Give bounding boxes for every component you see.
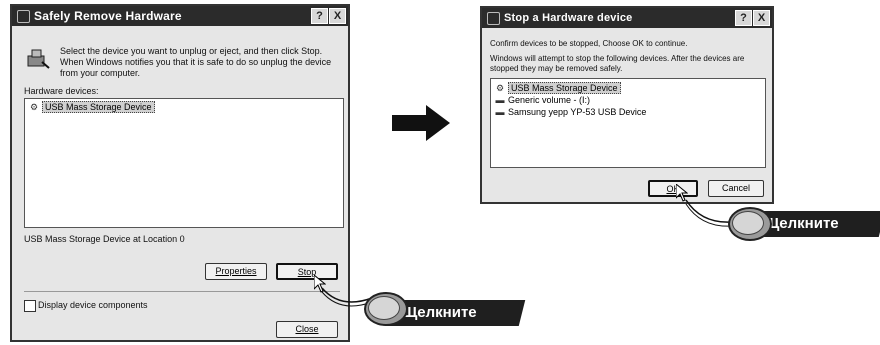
devices-to-stop-list[interactable]: ⚙ USB Mass Storage Device ▬ Generic volume…: [490, 78, 766, 168]
help-button[interactable]: ?: [735, 10, 752, 26]
help-button[interactable]: ?: [311, 8, 328, 24]
dialog-title: Stop a Hardware device: [504, 12, 633, 24]
close-window-button[interactable]: X: [329, 8, 346, 24]
dialog-title: Safely Remove Hardware: [34, 9, 182, 23]
close-button[interactable]: Close: [276, 321, 338, 338]
hardware-icon: [487, 12, 500, 25]
list-item[interactable]: ⚙ USB Mass Storage Device: [29, 101, 155, 113]
arrow-right-icon: [392, 105, 450, 141]
close-window-button[interactable]: X: [753, 10, 770, 26]
display-components-label[interactable]: Display device components: [38, 300, 148, 311]
display-components-checkbox[interactable]: [24, 300, 36, 312]
properties-button[interactable]: Properties: [205, 263, 267, 280]
list-item[interactable]: ⚙ USB Mass Storage Device: [495, 82, 621, 94]
device-location-text: USB Mass Storage Device at Location 0: [24, 234, 185, 244]
click-bubble-inner-icon: [368, 296, 400, 320]
stop-hardware-device-dialog: Stop a Hardware device ? X Confirm devic…: [480, 6, 774, 204]
stop-button[interactable]: Stop: [276, 263, 338, 280]
list-item[interactable]: ▬ Generic volume - (I:): [495, 95, 591, 106]
confirm-text: Confirm devices to be stopped, Choose OK…: [490, 39, 688, 48]
usb-device-icon: ⚙: [495, 83, 505, 93]
stop-info-text: Windows will attempt to stop the followi…: [490, 54, 745, 73]
usb-device-icon: ⚙: [29, 102, 39, 112]
instruction-text: Select the device you want to unplug or …: [60, 46, 332, 78]
click-callout-left: Щелкните: [364, 288, 526, 328]
title-bar[interactable]: Safely Remove Hardware ? X: [12, 6, 348, 26]
safely-remove-hardware-icon: [27, 49, 50, 69]
click-bubble-inner-icon: [732, 211, 764, 235]
click-callout-right: Щелкните: [728, 205, 880, 245]
ok-button[interactable]: OK: [648, 180, 698, 197]
drive-icon: ▬: [495, 107, 505, 117]
hardware-devices-label: Hardware devices:: [24, 86, 99, 96]
safely-remove-hardware-dialog: Safely Remove Hardware ? X Select the de…: [10, 4, 350, 342]
hardware-icon: [17, 10, 30, 23]
list-item[interactable]: ▬ Samsung yepp YP-53 USB Device: [495, 107, 647, 118]
drive-icon: ▬: [495, 95, 505, 105]
divider: [24, 291, 340, 292]
cancel-button[interactable]: Cancel: [708, 180, 764, 197]
hardware-devices-list[interactable]: ⚙ USB Mass Storage Device: [24, 98, 344, 228]
title-bar[interactable]: Stop a Hardware device ? X: [482, 8, 772, 28]
